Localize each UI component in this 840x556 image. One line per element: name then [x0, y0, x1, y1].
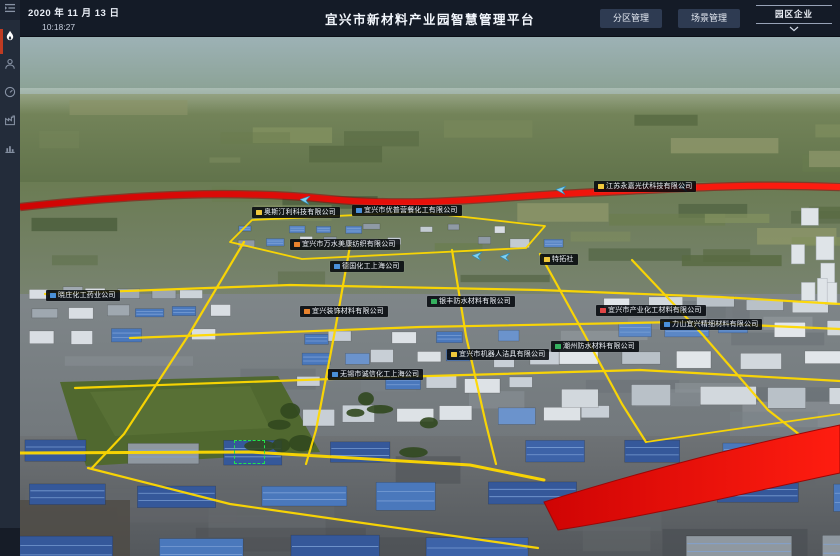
company-label-text: 特拓社	[552, 256, 574, 263]
company-label-text: 江苏永嘉光伏科技有限公司	[606, 183, 692, 190]
company-label[interactable]: 宜兴装饰材料有限公司	[300, 306, 388, 317]
top-bar: 2020 年 11 月 13 日 10:18:27 宜兴市新材料产业园智慧管理平…	[20, 0, 840, 37]
sidebar-item-fire[interactable]	[0, 28, 20, 48]
camera-marker-icon[interactable]	[556, 186, 567, 195]
company-label-text: 宜兴市优普营餐化工有限公司	[364, 207, 458, 214]
sidebar-footer	[0, 528, 20, 556]
company-label-text: 潮州防水材料有限公司	[563, 343, 635, 350]
company-label-text: 奥斯汀利科技有限公司	[264, 209, 336, 216]
company-marker-icon	[294, 242, 300, 248]
company-marker-icon	[431, 299, 437, 305]
sidebar-item-person[interactable]	[0, 56, 20, 76]
company-marker-icon	[544, 257, 550, 263]
company-marker-icon	[451, 352, 457, 358]
company-marker-icon	[50, 293, 56, 299]
person-icon	[4, 57, 16, 75]
chevron-down-icon	[756, 26, 832, 32]
company-label-text: 德国化工上海公司	[342, 263, 400, 270]
company-label[interactable]: 潮州防水材料有限公司	[551, 341, 639, 352]
company-marker-icon	[600, 308, 606, 314]
menu-toggle-button[interactable]	[0, 0, 20, 20]
company-marker-icon	[332, 372, 338, 378]
flame-icon	[4, 29, 16, 47]
company-label[interactable]: 宜兴市产业化工材料有限公司	[596, 305, 706, 316]
company-label[interactable]: 江苏永嘉光伏科技有限公司	[594, 181, 696, 192]
sidebar-item-bar-chart[interactable]	[0, 140, 20, 160]
sidebar-item-factory[interactable]	[0, 112, 20, 132]
gauge-icon	[4, 85, 16, 103]
selection-marquee[interactable]	[234, 440, 265, 464]
left-toolbar	[0, 0, 20, 556]
factory-icon	[4, 113, 16, 131]
company-label[interactable]: 特拓社	[540, 254, 578, 265]
company-label[interactable]: 宜兴市机器人洁具有限公司	[447, 349, 549, 360]
current-date: 2020 年 11 月 13 日	[28, 5, 119, 19]
company-marker-icon	[555, 344, 561, 350]
company-label-text: 晓庄化工药业公司	[58, 292, 116, 299]
company-label[interactable]: 晓庄化工药业公司	[46, 290, 120, 301]
camera-marker-icon[interactable]	[500, 253, 511, 262]
company-label[interactable]: 奥斯汀利科技有限公司	[252, 207, 340, 218]
zone-management-button[interactable]: 分区管理	[600, 9, 662, 28]
current-time: 10:18:27	[28, 22, 119, 32]
company-label-text: 宜兴市机器人洁具有限公司	[459, 351, 545, 358]
active-item-indicator	[0, 29, 3, 54]
company-label[interactable]: 银丰防水材料有限公司	[427, 296, 515, 307]
company-label[interactable]: 德国化工上海公司	[330, 261, 404, 272]
company-marker-icon	[334, 264, 340, 270]
company-label[interactable]: 宜兴市万水美康纺织有限公司	[290, 239, 400, 250]
company-label-text: 力山宜兴精细材料有限公司	[672, 321, 758, 328]
camera-marker-icon[interactable]	[472, 252, 483, 261]
company-marker-icon	[256, 210, 262, 216]
scene-management-button[interactable]: 场景管理	[678, 9, 740, 28]
park-enterprise-dropdown[interactable]: 园区企业	[756, 5, 832, 32]
company-label-text: 宜兴市产业化工材料有限公司	[608, 307, 702, 314]
datetime-block: 2020 年 11 月 13 日 10:18:27	[28, 5, 119, 32]
bar-chart-icon	[4, 141, 16, 159]
company-label[interactable]: 宜兴市优普营餐化工有限公司	[352, 205, 462, 216]
camera-marker-icon[interactable]	[300, 196, 311, 205]
hamburger-icon	[4, 1, 16, 19]
company-label-text: 宜兴市万水美康纺织有限公司	[302, 241, 396, 248]
company-marker-icon	[664, 322, 670, 328]
company-marker-icon	[356, 208, 362, 214]
company-label[interactable]: 力山宜兴精细材料有限公司	[660, 319, 762, 330]
park-enterprise-label: 园区企业	[756, 5, 832, 24]
company-label-text: 宜兴装饰材料有限公司	[312, 308, 384, 315]
sidebar-item-gauge[interactable]	[0, 84, 20, 104]
company-marker-icon	[598, 184, 604, 190]
company-label-text: 银丰防水材料有限公司	[439, 298, 511, 305]
company-label-text: 无锡市诚信化工上海公司	[340, 371, 419, 378]
company-label[interactable]: 无锡市诚信化工上海公司	[328, 369, 423, 380]
company-marker-icon	[304, 309, 310, 315]
